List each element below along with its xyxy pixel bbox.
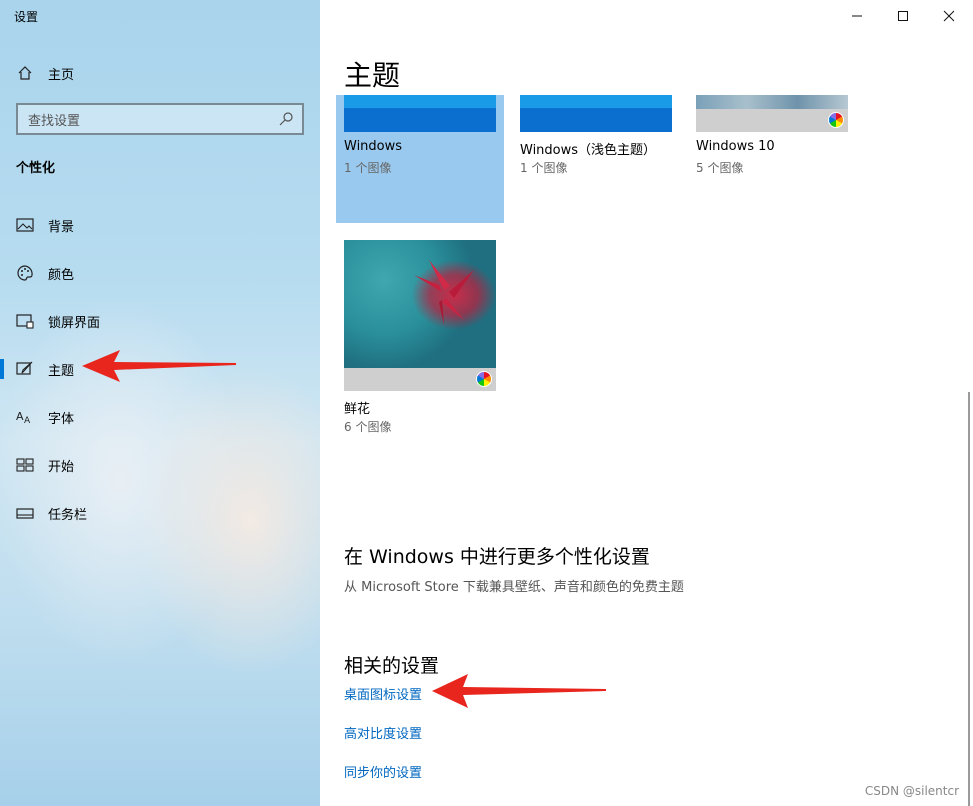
sidebar-item-label: 主页 [48,67,75,83]
sidebar-item-label: 字体 [48,411,75,427]
sidebar-item-home[interactable]: 主页 [0,53,320,93]
lock-screen-icon [16,312,34,330]
annotation-arrow-icon [432,674,606,708]
theme-brush-icon [16,360,34,378]
theme-preview-bar [344,368,496,391]
minimize-button[interactable] [834,0,880,32]
sidebar-item-label: 开始 [48,459,75,475]
theme-count: 1 个图像 [344,161,392,175]
taskbar-icon [16,504,34,522]
maximize-icon [897,7,909,26]
more-personalization-heading: 在 Windows 中进行更多个性化设置 [344,546,650,568]
search-placeholder: 查找设置 [28,113,81,129]
section-heading: 个性化 [16,161,56,176]
sidebar: 设置 主页 查找设置 个性化 背景 颜色 锁屏界面 主题 A A 字体 开始 任… [0,0,320,806]
color-wheel-icon [828,112,844,128]
more-personalization-link[interactable]: 从 Microsoft Store 下载兼具壁纸、声音和颜色的免费主题 [344,576,684,595]
theme-name: Windows 10 [696,139,775,154]
app-title: 设置 [14,10,39,24]
palette-icon [16,264,34,282]
svg-text:A: A [16,410,24,423]
picture-icon [16,216,34,234]
flower-petals-icon [414,260,474,325]
theme-tile-flowers[interactable]: 鲜花 6 个图像 [336,240,504,440]
sidebar-item-background[interactable]: 背景 [0,205,320,245]
sidebar-item-label: 锁屏界面 [48,315,101,331]
theme-name: Windows [344,139,403,154]
theme-tile-windows-10[interactable]: Windows 10 5 个图像 [688,95,856,223]
theme-preview [696,95,848,109]
sidebar-item-colors[interactable]: 颜色 [0,253,320,293]
theme-preview-bar [696,109,848,132]
theme-preview [344,95,496,132]
theme-count: 6 个图像 [344,420,392,434]
search-input[interactable]: 查找设置 [16,103,304,135]
theme-name: 鲜花 [344,402,371,417]
minimize-icon [851,7,863,26]
scrollbar[interactable] [968,392,970,806]
theme-tile-windows[interactable]: Windows 1 个图像 [336,95,504,223]
theme-name: Windows（浅色主题） [520,143,657,158]
desktop-icon-settings-link[interactable]: 桌面图标设置 [344,684,422,703]
font-icon: AA [16,408,34,426]
sidebar-item-taskbar[interactable]: 任务栏 [0,493,320,533]
sidebar-item-fonts[interactable]: AA 字体 [0,397,320,437]
color-wheel-icon [476,371,492,387]
sidebar-item-label: 任务栏 [48,507,88,523]
sidebar-item-lock-screen[interactable]: 锁屏界面 [0,301,320,341]
sidebar-item-start[interactable]: 开始 [0,445,320,485]
page-title: 主题 [344,59,401,92]
theme-count: 5 个图像 [696,161,744,175]
watermark: CSDN @silentcr [864,784,959,798]
close-icon [943,7,955,26]
close-button[interactable] [926,0,972,32]
theme-count: 1 个图像 [520,161,568,175]
related-settings-heading: 相关的设置 [344,655,440,677]
theme-preview [520,95,672,132]
sync-settings-link[interactable]: 同步你的设置 [344,762,422,781]
sidebar-item-label: 主题 [48,363,75,379]
theme-tile-windows-light[interactable]: Windows（浅色主题） 1 个图像 [512,95,680,223]
home-icon [16,64,34,82]
sidebar-item-themes[interactable]: 主题 [0,349,320,389]
svg-text:A: A [24,416,31,425]
start-grid-icon [16,456,34,474]
sidebar-item-label: 颜色 [48,267,75,283]
search-icon [278,111,294,127]
active-indicator [0,359,4,379]
maximize-button[interactable] [880,0,926,32]
flower-image [344,240,496,368]
high-contrast-settings-link[interactable]: 高对比度设置 [344,723,422,742]
sidebar-item-label: 背景 [48,219,75,235]
